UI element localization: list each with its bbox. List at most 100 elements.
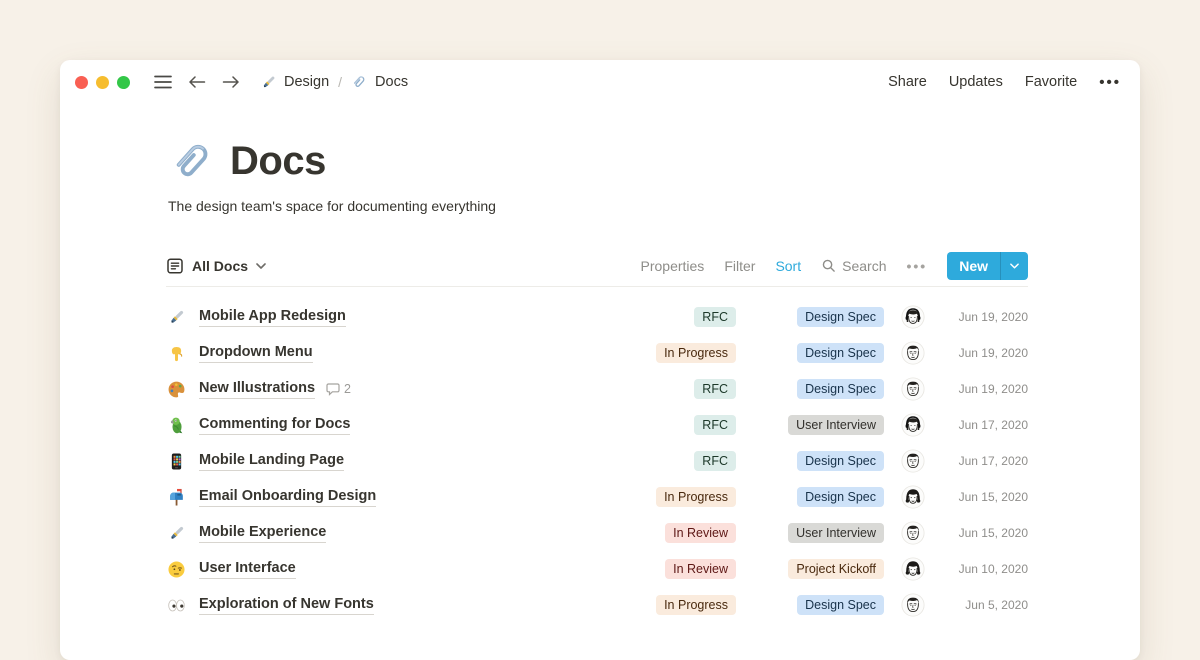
doc-title[interactable]: Mobile Landing Page xyxy=(199,451,344,471)
doc-title[interactable]: Email Onboarding Design xyxy=(199,487,376,507)
view-switcher[interactable]: All Docs xyxy=(166,257,266,275)
close-window-button[interactable] xyxy=(75,76,88,89)
table-row[interactable]: Exploration of New Fonts In Progress Des… xyxy=(166,587,1028,623)
mailbox-icon xyxy=(166,487,186,507)
table-row[interactable]: Email Onboarding Design In Progress Desi… xyxy=(166,479,1028,515)
paintbrush-icon xyxy=(166,523,186,543)
search-label: Search xyxy=(842,258,886,274)
doc-title[interactable]: Mobile Experience xyxy=(199,523,326,543)
table-row[interactable]: User Interface In Review Project Kickoff… xyxy=(166,551,1028,587)
type-tag[interactable]: User Interview xyxy=(788,415,884,436)
edited-date: Jun 5, 2020 xyxy=(938,598,1028,612)
sort-button[interactable]: Sort xyxy=(775,258,801,274)
doc-title[interactable]: Mobile App Redesign xyxy=(199,307,346,327)
paintbrush-icon xyxy=(260,74,277,91)
table-row[interactable]: Mobile App Redesign RFC Design Spec Jun … xyxy=(166,299,1028,335)
status-tag[interactable]: RFC xyxy=(694,379,736,400)
edited-date: Jun 19, 2020 xyxy=(938,382,1028,396)
page-subtitle: The design team's space for documenting … xyxy=(166,198,1028,214)
edited-date: Jun 19, 2020 xyxy=(938,310,1028,324)
edited-date: Jun 19, 2020 xyxy=(938,346,1028,360)
breadcrumb-item-docs[interactable]: Docs xyxy=(375,74,408,90)
status-tag[interactable]: In Review xyxy=(665,523,736,544)
chevron-down-icon xyxy=(256,263,266,269)
toolbar-more-icon[interactable]: ••• xyxy=(906,258,927,274)
search-icon xyxy=(821,258,836,273)
edited-date: Jun 17, 2020 xyxy=(938,454,1028,468)
more-options-icon[interactable]: ••• xyxy=(1099,74,1121,91)
raised-eyebrow-icon xyxy=(166,559,186,579)
avatar xyxy=(901,557,925,581)
back-arrow-icon[interactable] xyxy=(188,76,206,88)
avatar xyxy=(901,449,925,473)
status-tag[interactable]: In Review xyxy=(665,559,736,580)
doc-title[interactable]: User Interface xyxy=(199,559,296,579)
new-button-label[interactable]: New xyxy=(947,252,1000,280)
type-tag[interactable]: Design Spec xyxy=(797,343,884,364)
favorite-button[interactable]: Favorite xyxy=(1025,74,1077,90)
table-row[interactable]: Mobile Landing Page RFC Design Spec Jun … xyxy=(166,443,1028,479)
parrot-icon xyxy=(166,415,186,435)
eyes-icon xyxy=(166,595,186,615)
type-tag[interactable]: User Interview xyxy=(788,523,884,544)
doc-title[interactable]: New Illustrations xyxy=(199,379,315,399)
status-tag[interactable]: RFC xyxy=(694,451,736,472)
edited-date: Jun 15, 2020 xyxy=(938,490,1028,504)
avatar xyxy=(901,341,925,365)
doc-title[interactable]: Dropdown Menu xyxy=(199,343,313,363)
status-tag[interactable]: In Progress xyxy=(656,487,736,508)
window-titlebar: Design / Docs Share Updates Favorite ••• xyxy=(60,60,1140,104)
filter-button[interactable]: Filter xyxy=(724,258,755,274)
breadcrumb-separator: / xyxy=(338,74,342,90)
type-tag[interactable]: Project Kickoff xyxy=(788,559,884,580)
doc-title[interactable]: Commenting for Docs xyxy=(199,415,350,435)
avatar xyxy=(901,521,925,545)
minimize-window-button[interactable] xyxy=(96,76,109,89)
zoom-window-button[interactable] xyxy=(117,76,130,89)
avatar xyxy=(901,305,925,329)
search-button[interactable]: Search xyxy=(821,258,886,274)
table-row[interactable]: New Illustrations 2 RFC Design Spec Jun … xyxy=(166,371,1028,407)
table-row[interactable]: Dropdown Menu In Progress Design Spec Ju… xyxy=(166,335,1028,371)
traffic-lights xyxy=(75,76,130,89)
view-switcher-label: All Docs xyxy=(192,258,248,274)
paperclip-icon[interactable] xyxy=(168,138,215,185)
comment-bubble-icon xyxy=(326,383,340,396)
forward-arrow-icon[interactable] xyxy=(222,76,240,88)
updates-button[interactable]: Updates xyxy=(949,74,1003,90)
breadcrumb-item-design[interactable]: Design xyxy=(284,74,329,90)
table-row[interactable]: Commenting for Docs RFC User Interview J… xyxy=(166,407,1028,443)
list-view-icon xyxy=(166,257,184,275)
avatar xyxy=(901,377,925,401)
new-button-dropdown[interactable] xyxy=(1001,252,1028,280)
status-tag[interactable]: In Progress xyxy=(656,343,736,364)
edited-date: Jun 17, 2020 xyxy=(938,418,1028,432)
type-tag[interactable]: Design Spec xyxy=(797,487,884,508)
type-tag[interactable]: Design Spec xyxy=(797,595,884,616)
status-tag[interactable]: RFC xyxy=(694,307,736,328)
edited-date: Jun 15, 2020 xyxy=(938,526,1028,540)
edited-date: Jun 10, 2020 xyxy=(938,562,1028,576)
type-tag[interactable]: Design Spec xyxy=(797,307,884,328)
properties-button[interactable]: Properties xyxy=(641,258,705,274)
pointing-down-icon xyxy=(166,343,186,363)
type-tag[interactable]: Design Spec xyxy=(797,379,884,400)
paintbrush-icon xyxy=(166,307,186,327)
hamburger-menu-icon[interactable] xyxy=(154,75,172,89)
database-toolbar: All Docs Properties Filter Sort Search •… xyxy=(166,245,1028,287)
table-row[interactable]: Mobile Experience In Review User Intervi… xyxy=(166,515,1028,551)
avatar xyxy=(901,413,925,437)
type-tag[interactable]: Design Spec xyxy=(797,451,884,472)
doc-title[interactable]: Exploration of New Fonts xyxy=(199,595,374,615)
new-button[interactable]: New xyxy=(947,252,1028,280)
chevron-down-icon xyxy=(1010,263,1019,269)
docs-table: Mobile App Redesign RFC Design Spec Jun … xyxy=(166,299,1028,623)
avatar xyxy=(901,593,925,617)
page-title: Docs xyxy=(230,139,326,184)
share-button[interactable]: Share xyxy=(888,74,927,90)
avatar xyxy=(901,485,925,509)
status-tag[interactable]: RFC xyxy=(694,415,736,436)
status-tag[interactable]: In Progress xyxy=(656,595,736,616)
paperclip-icon xyxy=(351,74,368,91)
comment-count[interactable]: 2 xyxy=(326,382,351,396)
